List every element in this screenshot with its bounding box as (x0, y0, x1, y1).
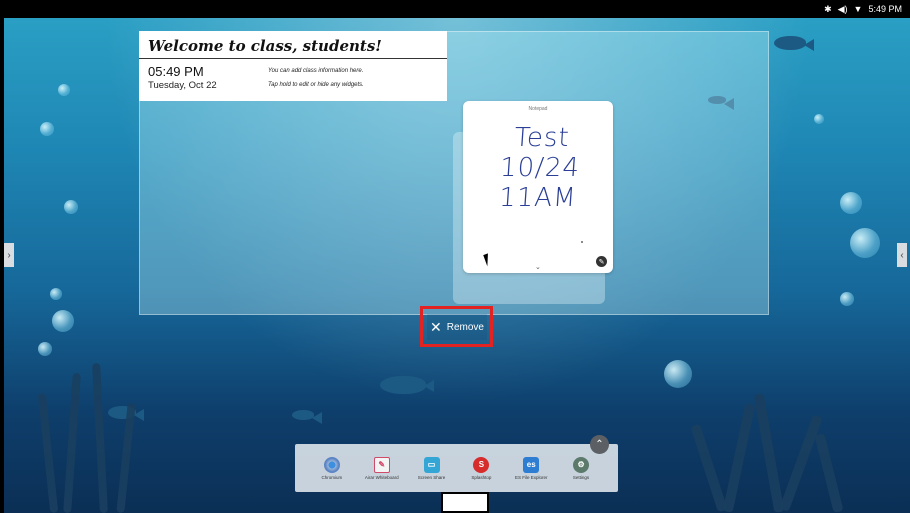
wifi-icon: ▼ (853, 3, 863, 14)
clock-time: 05:49 PM (148, 64, 204, 79)
dock-collapse-button[interactable]: ⌃ (590, 435, 609, 454)
seaweed-decoration (690, 423, 728, 513)
dock-app-label: ES File Explorer (514, 474, 548, 480)
close-icon: ✕ (430, 319, 442, 335)
bottom-indicator-box (441, 492, 489, 513)
screen-share-icon: ▭ (423, 456, 440, 473)
bubble-decoration (40, 122, 54, 136)
seaweed-decoration (92, 362, 108, 513)
status-time: 5:49 PM (868, 4, 902, 14)
bubble-decoration (50, 288, 62, 300)
fish-decoration (380, 376, 434, 394)
bubble-decoration (58, 84, 70, 96)
es-file-explorer-icon: es (523, 456, 540, 473)
seaweed-decoration (116, 402, 136, 513)
bubble-decoration (840, 292, 854, 306)
welcome-widget[interactable]: Welcome to class, students! 05:49 PM Tue… (139, 31, 447, 101)
note-line-2: 11AM (498, 183, 578, 213)
fish-decoration (292, 410, 322, 424)
seaweed-decoration (779, 414, 823, 512)
clock-date: Tuesday, Oct 22 (148, 80, 217, 91)
bluetooth-icon: ✱ (824, 3, 832, 14)
notepad-widget[interactable]: Notepad Test 10/24 11AM ⌄ ✎ (463, 101, 613, 273)
fish-decoration (774, 36, 814, 51)
dock-app-settings[interactable]: ⚙ Settings (558, 456, 604, 480)
edit-pencil-icon[interactable]: ✎ (596, 256, 607, 267)
launcher-screen: ✱ ◀) ▼ 5:49 PM › ‹ Welcome to class, stu… (0, 0, 910, 513)
bubble-decoration (840, 192, 862, 214)
chromium-icon (323, 456, 340, 473)
splashtop-icon: S (473, 456, 490, 473)
bubble-decoration (52, 310, 74, 332)
dock-app-label: Chromium (321, 474, 343, 480)
left-panel-handle[interactable]: › (4, 243, 14, 267)
welcome-hint-1: You can add class information here. (268, 68, 364, 74)
whiteboard-icon: ✎ (373, 456, 390, 473)
seaweed-decoration (722, 403, 756, 513)
chevron-right-icon: › (7, 249, 11, 261)
seaweed-decoration (753, 393, 785, 513)
bubble-decoration (814, 114, 824, 124)
notepad-title: Notepad (528, 106, 548, 112)
app-dock: Chromium ✎ Airar Whiteboard ▭ Screen Sha… (295, 444, 618, 492)
remove-label: Remove (446, 321, 484, 333)
status-bar: ✱ ◀) ▼ 5:49 PM (0, 0, 910, 18)
dock-app-label: Settings (572, 474, 590, 480)
seaweed-decoration (37, 392, 59, 513)
dock-app-es-file-explorer[interactable]: es ES File Explorer (508, 456, 554, 480)
welcome-title: Welcome to class, students! (139, 31, 447, 59)
chevron-up-icon: ⌃ (595, 439, 604, 450)
volume-icon: ◀) (837, 3, 848, 14)
chevron-down-icon[interactable]: ⌄ (535, 263, 541, 271)
seaweed-decoration (814, 432, 844, 513)
dock-app-whiteboard[interactable]: ✎ Airar Whiteboard (359, 456, 405, 480)
bubble-decoration (850, 228, 880, 258)
bubble-decoration (38, 342, 52, 356)
dock-app-chromium[interactable]: Chromium (309, 456, 355, 480)
dock-app-screen-share[interactable]: ▭ Screen Share (409, 456, 455, 480)
seaweed-decoration (63, 372, 81, 513)
note-line-1: Test 10/24 (498, 123, 582, 183)
dock-app-label: Splashtop (471, 474, 492, 480)
bubble-decoration (664, 360, 692, 388)
dock-app-splashtop[interactable]: S Splashtop (458, 456, 504, 480)
ink-dot (581, 241, 583, 243)
welcome-hint-2: Tap hold to edit or hide any widgets. (268, 82, 364, 88)
dock-app-label: Airar Whiteboard (364, 474, 399, 480)
right-panel-handle[interactable]: ‹ (897, 243, 907, 267)
chevron-left-icon: ‹ (900, 249, 904, 261)
bubble-decoration (64, 200, 78, 214)
settings-icon: ⚙ (573, 456, 590, 473)
handwritten-note: Test 10/24 11AM (472, 123, 608, 213)
dock-app-label: Screen Share (417, 474, 446, 480)
remove-button[interactable]: ✕ Remove (427, 314, 487, 340)
